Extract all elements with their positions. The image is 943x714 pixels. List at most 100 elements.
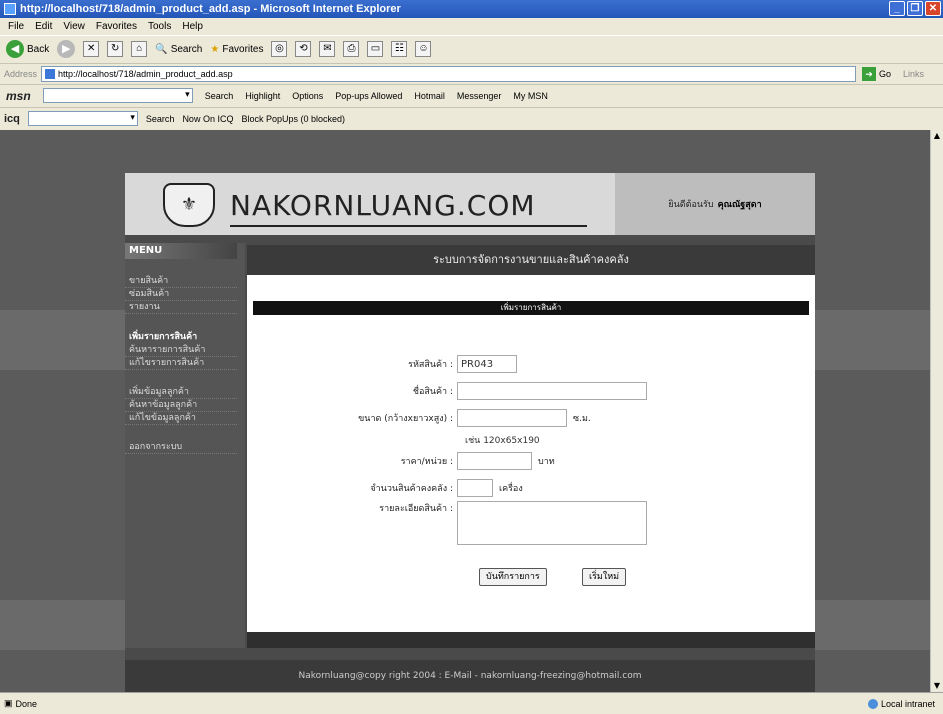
messenger-link[interactable]: Messenger — [457, 91, 502, 101]
intranet-icon — [867, 698, 878, 709]
stock-unit: เครื่อง — [499, 484, 523, 494]
print-button[interactable]: ⎙ — [343, 41, 360, 57]
forward-button[interactable]: ▶ — [57, 40, 76, 58]
sidebar-item-add-product[interactable]: เพิ่มรายการสินค้า — [125, 330, 245, 344]
popups-button[interactable]: Pop-ups Allowed — [335, 91, 402, 101]
detail-row: รายละเอียดสินค้า : — [357, 501, 647, 545]
close-button[interactable]: ✕ — [925, 1, 941, 16]
block-popups-button[interactable]: Block PopUps (0 blocked) — [241, 114, 345, 124]
sidebar-item-logout[interactable]: ออกจากระบบ — [125, 441, 237, 454]
menu-view[interactable]: View — [63, 21, 85, 32]
go-button[interactable]: ➜ Go — [862, 66, 891, 81]
title-bar: http://localhost/718/admin_product_add.a… — [0, 0, 943, 18]
price-row: ราคา/หน่วย : บาท — [367, 452, 555, 470]
msn-search-button[interactable]: Search — [205, 91, 234, 101]
menu-title: MENU — [125, 243, 237, 259]
restore-button[interactable]: ❐ — [907, 1, 923, 16]
sidebar-menu: MENU ขายสินค้า ซ่อมสินค้า รายงาน เพิ่มรา… — [125, 243, 245, 648]
price-unit: บาท — [538, 457, 555, 467]
price-label: ราคา/หน่วย : — [400, 457, 453, 467]
price-field[interactable] — [457, 452, 532, 470]
main-title: ระบบการจัดการงานขายและสินค้าคงคลัง — [247, 245, 815, 275]
search-icon: 🔍 — [155, 43, 168, 55]
home-button[interactable]: ⌂ — [131, 41, 148, 57]
menu-favorites[interactable]: Favorites — [96, 21, 137, 32]
main-panel: ระบบการจัดการงานขายและสินค้าคงคลัง เพิ่ม… — [247, 245, 815, 648]
address-bar: Address http://localhost/718/admin_produ… — [0, 63, 943, 83]
status-bar: ▣ Done Local intranet — [0, 692, 943, 714]
welcome-text: ยินดีต้อนรับ — [668, 200, 714, 210]
site-footer: Nakornluang@copy right 2004 : E-Mail - n… — [125, 660, 815, 692]
stock-field[interactable] — [457, 479, 493, 497]
sidebar-item-report[interactable]: รายงาน — [125, 301, 237, 314]
discuss-button[interactable]: ☷ — [391, 41, 408, 57]
size-label: ขนาด (กว้างxยาวxสูง) : — [358, 414, 453, 424]
sidebar-item-edit-product[interactable]: แก้ไขรายการสินค้า — [125, 357, 237, 370]
minimize-button[interactable]: _ — [889, 1, 905, 16]
save-button[interactable]: บันทึกรายการ — [479, 568, 547, 586]
sidebar-item-edit-customer[interactable]: แก้ไขข้อมูลลูกค้า — [125, 412, 237, 425]
go-arrow-icon: ➜ — [862, 66, 877, 81]
ie-icon — [4, 3, 16, 15]
size-hint: เช่น 120x65x190 — [465, 436, 540, 446]
menu-tools[interactable]: Tools — [148, 21, 171, 32]
links-label[interactable]: Links — [903, 69, 924, 79]
name-field[interactable] — [457, 382, 647, 400]
history-button[interactable]: ⟲ — [295, 41, 312, 57]
menu-file[interactable]: File — [8, 21, 24, 32]
edit-button[interactable]: ▭ — [367, 41, 384, 57]
sidebar-item-add-customer[interactable]: เพิ่มข้อมูลลูกค้า — [125, 386, 237, 399]
sidebar-item-search-customer[interactable]: ค้นหาข้อมูลลูกค้า — [125, 399, 237, 412]
mail-button[interactable]: ✉ — [319, 41, 336, 57]
welcome-box: ยินดีต้อนรับ คุณณัฐสุดา — [615, 173, 815, 235]
stop-button[interactable]: ✕ — [83, 41, 100, 57]
code-field[interactable]: PR043 — [457, 355, 517, 373]
menu-bar: File Edit View Favorites Tools Help — [0, 18, 943, 35]
status-text: Done — [15, 698, 38, 709]
options-button[interactable]: Options — [292, 91, 323, 101]
page-viewport: ⚜ NAKORNLUANG.COM ยินดีต้อนรับ คุณณัฐสุด… — [0, 130, 930, 692]
site-header: ⚜ NAKORNLUANG.COM ยินดีต้อนรับ คุณณัฐสุด… — [125, 173, 815, 235]
reset-button[interactable]: เริ่มใหม่ — [582, 568, 627, 586]
detail-textarea[interactable] — [457, 501, 647, 545]
msn-search-combo[interactable] — [42, 88, 193, 103]
mymsn-button[interactable]: My MSN — [513, 91, 548, 101]
icq-toolbar: icq Search Now On ICQ Block PopUps (0 bl… — [0, 107, 943, 129]
now-on-icq-button[interactable]: Now On ICQ — [182, 114, 233, 124]
brand-underline — [230, 225, 587, 227]
name-label: ชื่อสินค้า : — [412, 387, 453, 397]
media-button[interactable]: ◎ — [271, 41, 288, 57]
address-input[interactable]: http://localhost/718/admin_product_add.a… — [41, 65, 857, 82]
icq-combo[interactable] — [27, 111, 138, 126]
detail-label: รายละเอียดสินค้า : — [379, 504, 453, 514]
page-icon: ▣ — [4, 698, 13, 708]
msn-logo: msn — [6, 88, 31, 103]
brand-name: NAKORNLUANG.COM — [230, 189, 536, 222]
code-label: รหัสสินค้า : — [408, 360, 453, 370]
size-unit: ซ.ม. — [573, 414, 591, 424]
highlight-button[interactable]: Highlight — [245, 91, 280, 101]
search-button[interactable]: 🔍 Search — [155, 44, 202, 55]
sidebar-item-search-product[interactable]: ค้นหารายการสินค้า — [125, 344, 237, 357]
favorites-button[interactable]: ★ Favorites — [210, 44, 263, 55]
size-row: ขนาด (กว้างxยาวxสูง) : ซ.ม. — [337, 409, 591, 427]
messenger-button[interactable]: ☺ — [415, 41, 432, 57]
menu-edit[interactable]: Edit — [35, 21, 52, 32]
section-title: เพิ่มรายการสินค้า — [253, 301, 809, 315]
menu-help[interactable]: Help — [182, 21, 203, 32]
sidebar-item-repair[interactable]: ซ่อมสินค้า — [125, 288, 237, 301]
stock-label: จำนวนสินค้าคงคลัง : — [370, 484, 453, 494]
size-field[interactable] — [457, 409, 567, 427]
vertical-scrollbar[interactable]: ▲ ▼ — [930, 130, 943, 692]
window-title: http://localhost/718/admin_product_add.a… — [20, 3, 401, 15]
address-label: Address — [4, 68, 38, 79]
back-button[interactable]: ◀ Back — [6, 40, 49, 58]
scroll-up-icon[interactable]: ▲ — [931, 130, 943, 142]
scroll-down-icon[interactable]: ▼ — [931, 680, 943, 692]
back-arrow-icon: ◀ — [6, 40, 24, 58]
stock-row: จำนวนสินค้าคงคลัง : เครื่อง — [347, 479, 523, 497]
icq-search-button[interactable]: Search — [146, 114, 175, 124]
hotmail-button[interactable]: Hotmail — [414, 91, 445, 101]
refresh-button[interactable]: ↻ — [107, 41, 124, 57]
sidebar-item-sell[interactable]: ขายสินค้า — [125, 275, 237, 288]
